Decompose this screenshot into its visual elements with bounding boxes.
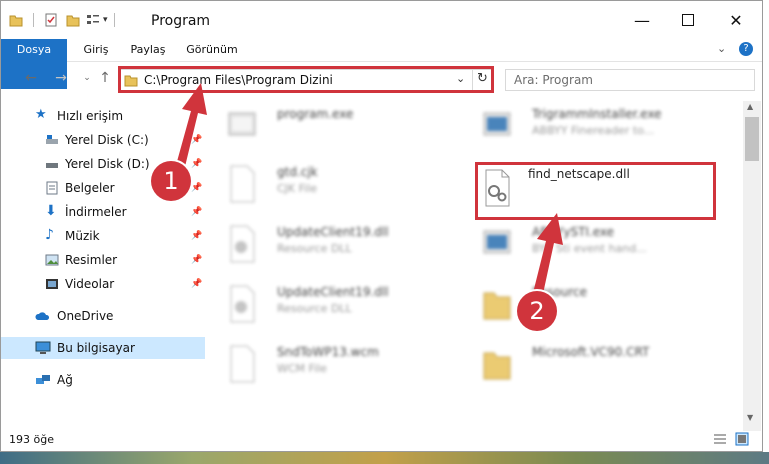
explorer-window: ▾ Program — ✕ Dosya Giriş Paylaş Görünüm… <box>0 0 763 452</box>
step-badge-2: 2 <box>517 291 557 331</box>
desktop-background <box>0 452 769 464</box>
step-badge-1: 1 <box>151 161 191 201</box>
arrow-step-2 <box>531 213 563 303</box>
annotation-arrows <box>173 83 563 303</box>
